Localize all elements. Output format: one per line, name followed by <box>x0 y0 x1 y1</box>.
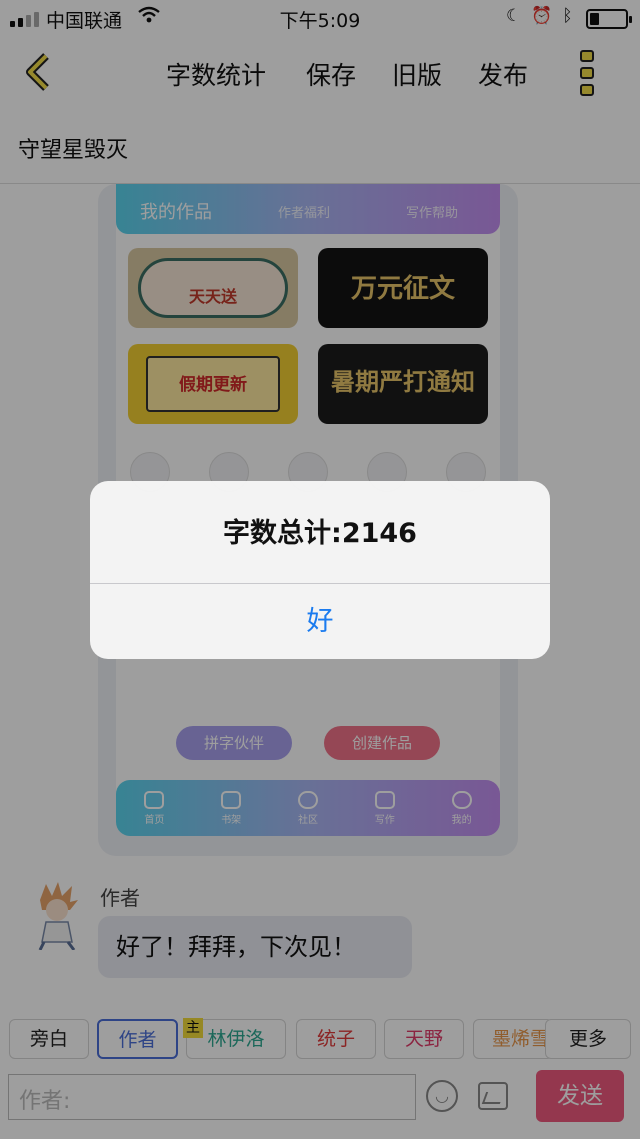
alert-message: 字数总计:2146 <box>223 518 417 549</box>
word-count-alert: 字数总计:2146 好 <box>90 481 550 659</box>
alert-ok-button[interactable]: 好 <box>90 584 550 659</box>
